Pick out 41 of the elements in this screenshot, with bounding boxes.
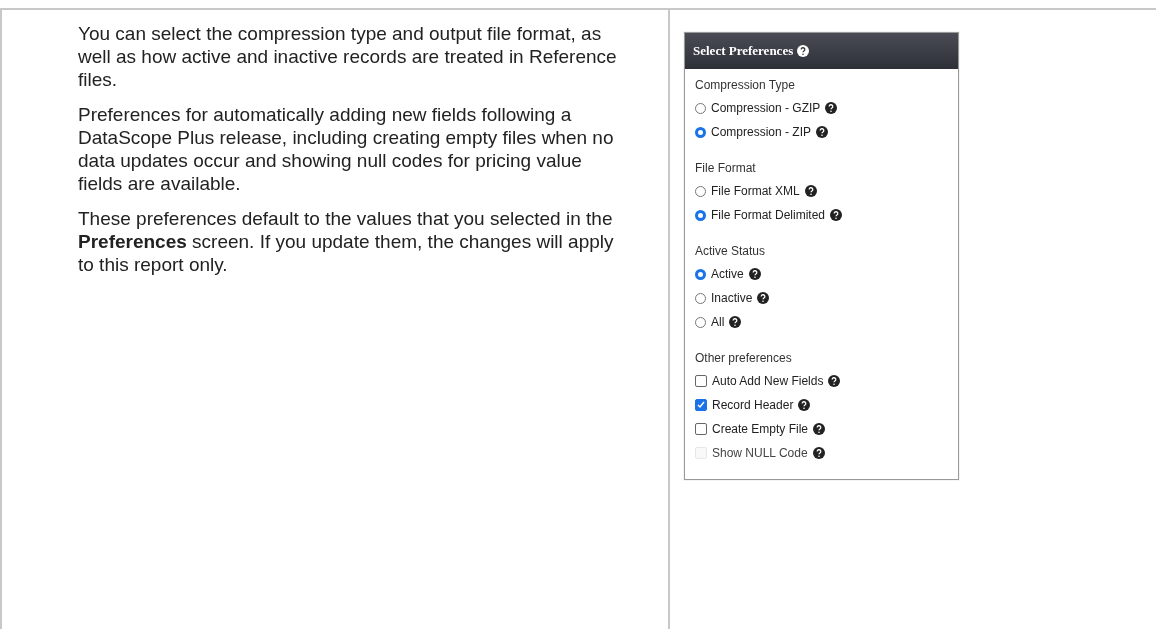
help-icon (825, 102, 838, 114)
option-label: All (711, 315, 725, 329)
option-label: Create Empty File (712, 422, 809, 436)
help-icon (804, 185, 817, 197)
group-heading: Other preferences (695, 349, 793, 367)
radio-button[interactable] (695, 126, 706, 138)
help-icon (798, 399, 811, 411)
description-paragraph: Preferences for automatically adding new fields following a DataScope Plus release, including creating empty files when no data updates occur and showing null codes for pricing value fields are available. (78, 103, 615, 195)
group-heading: File Format (695, 159, 757, 177)
help-icon (813, 423, 826, 435)
radio-button[interactable] (695, 268, 706, 280)
radio-button[interactable] (695, 185, 706, 197)
radio-button[interactable] (695, 292, 706, 304)
help-icon (757, 292, 770, 304)
radio-button[interactable] (695, 102, 706, 114)
help-icon (812, 447, 825, 459)
checkbox[interactable] (695, 423, 707, 435)
help-icon (748, 268, 761, 280)
option-label: Show NULL Code (712, 446, 808, 460)
option-label: Auto Add New Fields (712, 374, 824, 388)
panel-title: Select Preferences (693, 43, 794, 59)
option-label: File Format Delimited (711, 208, 826, 222)
option-label: Active (711, 267, 744, 281)
option-label: Compression - GZIP (711, 101, 821, 115)
description-paragraph: These preferences default to the values that you selected in the Preferences screen. If you update them, the changes will apply to this report only. (78, 207, 615, 276)
group-heading: Active Status (695, 242, 767, 260)
description-paragraph: You can select the compression type and output file format, as well as how active and inactive records are treated in Reference files. (78, 22, 618, 91)
option-label: File Format XML (711, 184, 800, 198)
radio-button[interactable] (695, 209, 706, 221)
group-heading: Compression Type (695, 76, 796, 94)
help-icon (828, 375, 841, 387)
checkbox[interactable] (695, 375, 707, 387)
help-icon (797, 45, 810, 57)
help-icon (816, 126, 829, 138)
help-icon (729, 316, 742, 328)
option-label: Compression - ZIP (711, 125, 812, 139)
option-label: Inactive (711, 291, 753, 305)
option-label: Record Header (712, 398, 794, 412)
radio-button[interactable] (695, 316, 706, 328)
help-icon (830, 209, 843, 221)
checkbox[interactable] (695, 399, 707, 411)
